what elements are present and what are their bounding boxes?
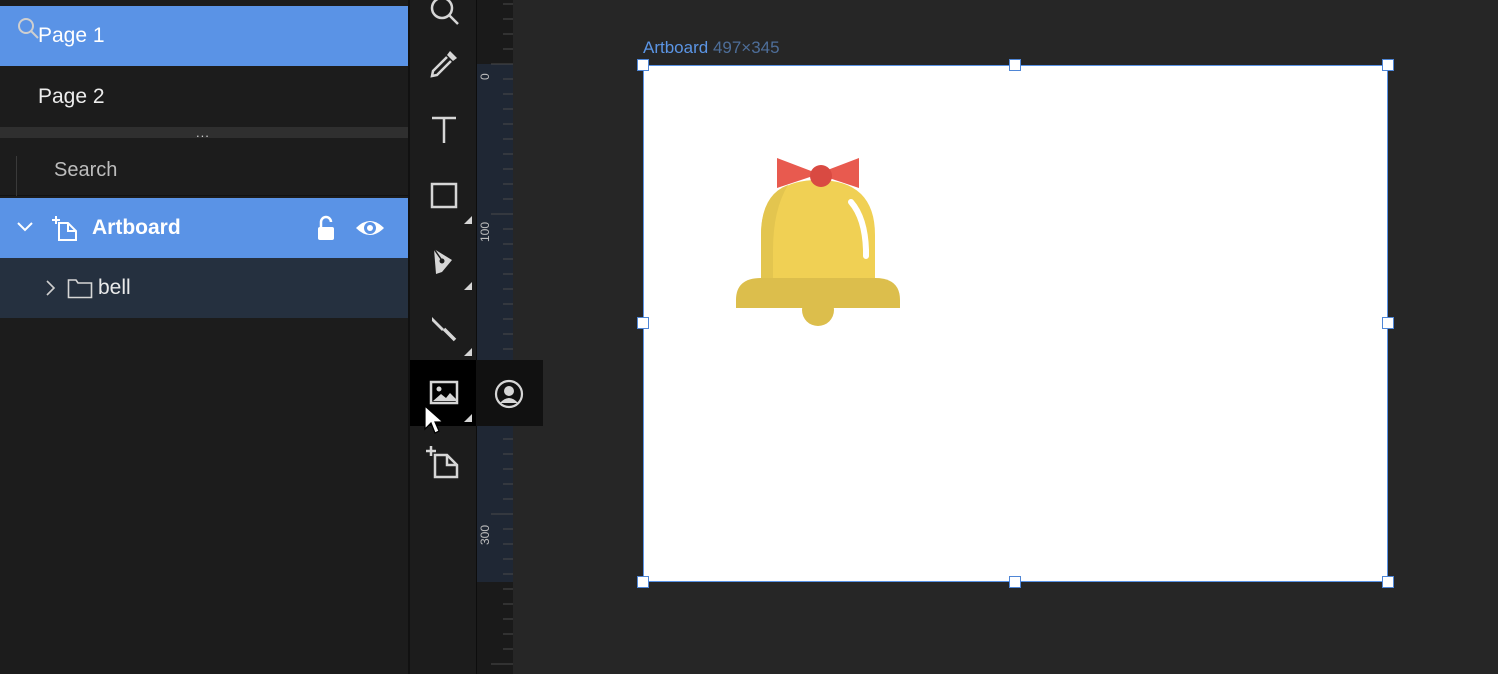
resize-handle-bottom[interactable] bbox=[1009, 576, 1021, 588]
ruler-label-0: 0 bbox=[478, 73, 492, 80]
avatar-icon[interactable] bbox=[494, 379, 524, 409]
folder-icon bbox=[67, 279, 93, 299]
layer-name-bell: bell bbox=[98, 276, 131, 299]
zoom-icon bbox=[430, 0, 459, 25]
eyedropper-icon bbox=[430, 51, 457, 78]
ruler-ticks bbox=[491, 3, 513, 665]
bell-graphic[interactable] bbox=[733, 150, 903, 330]
artboard-title-size: 497×345 bbox=[712, 38, 780, 57]
rectangle-tool[interactable] bbox=[410, 163, 476, 227]
layer-row-bell[interactable] bbox=[0, 258, 408, 318]
text-tool[interactable] bbox=[410, 97, 476, 161]
page-item-1[interactable]: Page 1 bbox=[0, 6, 408, 66]
page-item-label: Page 1 bbox=[38, 24, 105, 47]
submenu-indicator-icon bbox=[464, 414, 472, 422]
pen-tool[interactable] bbox=[410, 230, 476, 294]
page-item-label: Page 2 bbox=[38, 85, 105, 108]
unlock-icon[interactable] bbox=[314, 214, 338, 242]
artboard-tool[interactable] bbox=[410, 430, 476, 494]
artboard-title-name: Artboard bbox=[643, 38, 709, 57]
artboard-title[interactable]: Artboard 497×345 bbox=[643, 38, 780, 58]
page-item-2[interactable]: Page 2 bbox=[0, 67, 408, 127]
submenu-indicator-icon bbox=[464, 216, 472, 224]
resize-handle-bottom-left[interactable] bbox=[637, 576, 649, 588]
resize-handle-top-left[interactable] bbox=[637, 59, 649, 71]
splitter-handle[interactable]: ... bbox=[196, 125, 216, 140]
eye-icon[interactable] bbox=[354, 216, 386, 240]
resize-handle-top-right[interactable] bbox=[1382, 59, 1394, 71]
knife-icon bbox=[432, 317, 457, 342]
resize-handle-top[interactable] bbox=[1009, 59, 1021, 71]
knife-tool[interactable] bbox=[410, 296, 476, 360]
layer-name-artboard: Artboard bbox=[92, 216, 181, 239]
resize-handle-right[interactable] bbox=[1382, 317, 1394, 329]
ruler-label-100: 100 bbox=[478, 221, 492, 242]
search-input[interactable] bbox=[52, 143, 356, 197]
chevron-down-icon[interactable] bbox=[16, 220, 34, 234]
chevron-right-icon[interactable] bbox=[44, 279, 56, 297]
pen-icon bbox=[433, 248, 452, 274]
ruler-label-300: 300 bbox=[478, 524, 492, 545]
mouse-cursor-icon bbox=[424, 405, 444, 434]
artboard-icon bbox=[426, 446, 459, 479]
eyedropper-tool[interactable] bbox=[410, 32, 476, 96]
resize-handle-left[interactable] bbox=[637, 317, 649, 329]
submenu-indicator-icon bbox=[464, 348, 472, 356]
resize-handle-bottom-right[interactable] bbox=[1382, 576, 1394, 588]
rectangle-icon bbox=[430, 182, 458, 209]
artboard-icon bbox=[52, 216, 77, 241]
search-divider bbox=[16, 156, 17, 196]
submenu-indicator-icon bbox=[464, 282, 472, 290]
text-icon bbox=[432, 116, 456, 143]
search-icon bbox=[18, 18, 39, 39]
